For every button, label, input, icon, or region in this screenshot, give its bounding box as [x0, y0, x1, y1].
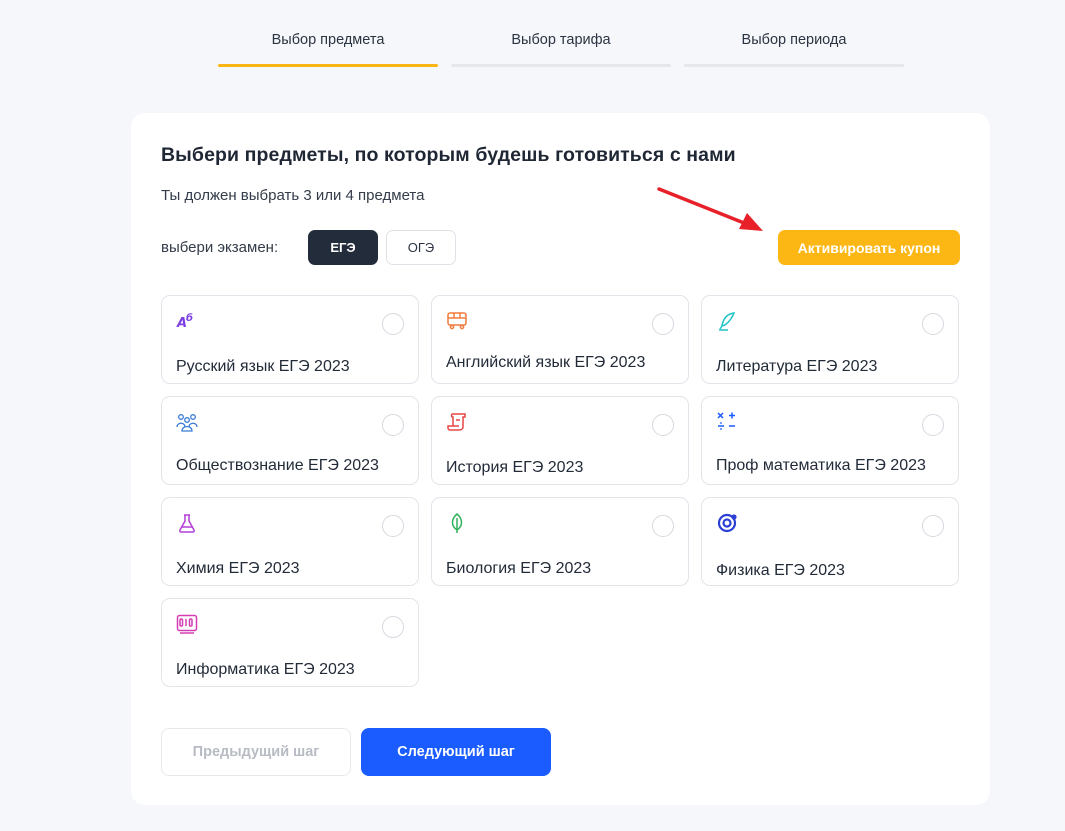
subject-name: Русский язык ЕГЭ 2023: [176, 358, 350, 375]
scroll-icon: [446, 411, 468, 433]
quill-icon: [716, 310, 738, 332]
subject-card-english[interactable]: Английский язык ЕГЭ 2023: [431, 295, 689, 384]
step-period[interactable]: Выбор периода: [684, 0, 904, 68]
previous-step-button[interactable]: Предыдущий шаг: [161, 728, 351, 776]
binary-icon: [176, 613, 198, 635]
step-progress: Выбор предмета Выбор тарифа Выбор период…: [218, 0, 904, 70]
subject-radio[interactable]: [652, 313, 674, 335]
subject-name: Биология ЕГЭ 2023: [446, 560, 592, 577]
subject-radio[interactable]: [382, 515, 404, 537]
subject-selection-card: Выбери предметы, по которым будешь готов…: [131, 113, 990, 805]
step-tariff[interactable]: Выбор тарифа: [451, 0, 671, 68]
subject-name: История ЕГЭ 2023: [446, 459, 584, 476]
letters-icon: Аб: [176, 310, 198, 332]
subject-name: Физика ЕГЭ 2023: [716, 562, 845, 579]
subject-name: Химия ЕГЭ 2023: [176, 560, 300, 577]
subject-radio[interactable]: [922, 515, 944, 537]
subject-card-history[interactable]: История ЕГЭ 2023: [431, 396, 689, 485]
subject-radio[interactable]: [922, 414, 944, 436]
subject-radio[interactable]: [652, 414, 674, 436]
atom-icon: [716, 512, 738, 534]
exam-ege-button[interactable]: ЕГЭ: [308, 230, 378, 265]
flask-icon: [176, 512, 198, 534]
step-label: Выбор предмета: [271, 32, 385, 48]
subject-card-physics[interactable]: Физика ЕГЭ 2023: [701, 497, 959, 586]
math-icon: [716, 411, 738, 433]
subject-name: Литература ЕГЭ 2023: [716, 358, 878, 375]
subject-radio[interactable]: [922, 313, 944, 335]
subject-name: Проф математика ЕГЭ 2023: [716, 457, 926, 474]
annotation-arrow-icon: [657, 187, 763, 231]
people-icon: [176, 411, 198, 433]
subject-radio[interactable]: [382, 616, 404, 638]
leaf-icon: [446, 512, 468, 534]
step-progress-bar: [218, 64, 438, 67]
page-title: Выбери предметы, по которым будешь готов…: [161, 144, 736, 166]
subject-name: Английский язык ЕГЭ 2023: [446, 354, 646, 371]
subject-card-biology[interactable]: Биология ЕГЭ 2023: [431, 497, 689, 586]
exam-oge-button[interactable]: ОГЭ: [386, 230, 456, 265]
subject-card-russian[interactable]: Аб Русский язык ЕГЭ 2023: [161, 295, 419, 384]
svg-text:б: б: [186, 312, 193, 324]
subject-card-informatics[interactable]: Информатика ЕГЭ 2023: [161, 598, 419, 687]
step-label: Выбор тарифа: [511, 32, 611, 48]
exam-label: выбери экзамен:: [161, 239, 279, 256]
subject-radio[interactable]: [652, 515, 674, 537]
subject-radio[interactable]: [382, 414, 404, 436]
subject-card-chemistry[interactable]: Химия ЕГЭ 2023: [161, 497, 419, 586]
activate-coupon-button[interactable]: Активировать купон: [778, 230, 960, 265]
subject-radio[interactable]: [382, 313, 404, 335]
subject-name: Информатика ЕГЭ 2023: [176, 661, 355, 678]
subject-card-social[interactable]: Обществознание ЕГЭ 2023: [161, 396, 419, 485]
page-subtitle: Ты должен выбрать 3 или 4 предмета: [161, 187, 425, 204]
subject-card-math[interactable]: Проф математика ЕГЭ 2023: [701, 396, 959, 485]
step-label: Выбор периода: [741, 32, 847, 48]
step-progress-bar: [451, 64, 671, 67]
next-step-button[interactable]: Следующий шаг: [361, 728, 551, 776]
bus-icon: [446, 310, 468, 332]
subject-name: Обществознание ЕГЭ 2023: [176, 457, 379, 474]
step-subject[interactable]: Выбор предмета: [218, 0, 438, 68]
subject-card-literature[interactable]: Литература ЕГЭ 2023: [701, 295, 959, 384]
step-progress-bar: [684, 64, 904, 67]
